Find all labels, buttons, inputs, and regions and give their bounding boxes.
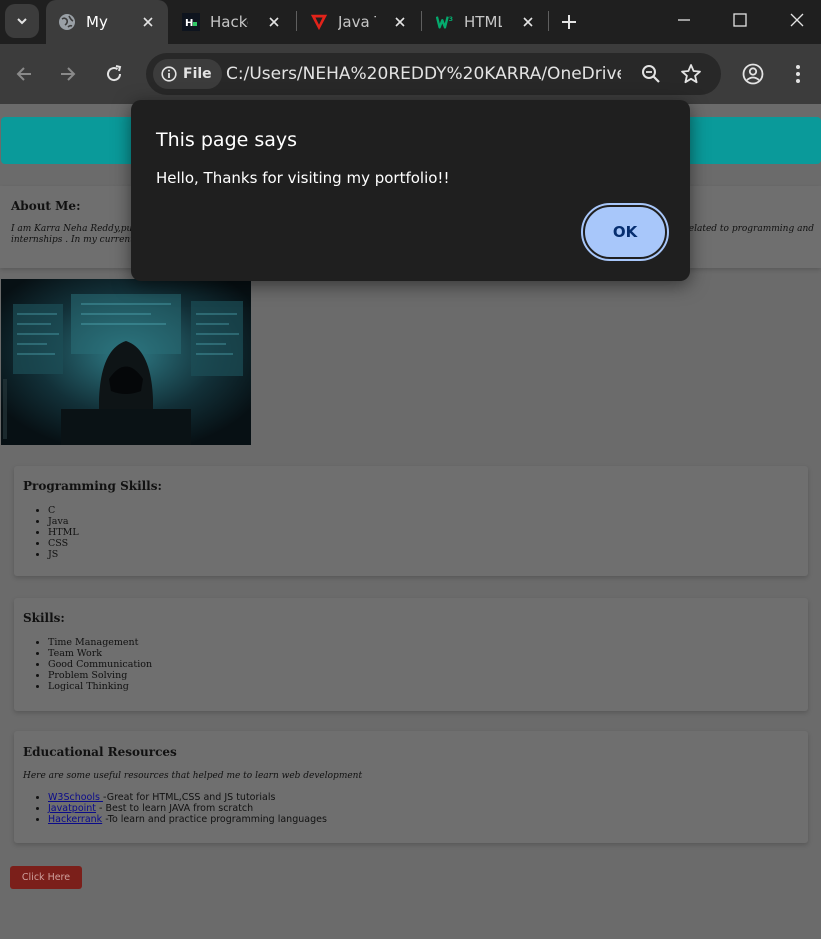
tab-java[interactable]: Java Tutorial <box>298 0 420 44</box>
tab-title: Java Tutorial <box>338 13 376 31</box>
resource-desc: -To learn and practice programming langu… <box>102 814 327 825</box>
tab-hackerrank[interactable]: H HackerRank <box>170 0 294 44</box>
resources-card: Educational Resources Here are some usef… <box>14 731 808 843</box>
hackerrank-link[interactable]: Hackerrank <box>48 814 102 825</box>
javatpoint-link[interactable]: Javatpoint <box>48 803 96 814</box>
maximize-button[interactable] <box>711 0 769 40</box>
close-icon[interactable] <box>138 12 158 32</box>
svg-text:H: H <box>185 18 193 29</box>
bookmark-button[interactable] <box>679 62 703 86</box>
dialog-message: Hello, Thanks for visiting my portfolio!… <box>156 169 450 187</box>
hacker-image <box>1 279 251 445</box>
reload-icon <box>107 65 122 82</box>
tab-portfolio[interactable]: My First <box>46 0 168 44</box>
click-here-button[interactable]: Click Here <box>10 866 82 889</box>
zoom-out-icon <box>642 65 660 83</box>
address-bar[interactable]: File C:/Users/NEHA%20REDDY%20KARRA/OneDr… <box>146 53 721 95</box>
svg-text:3: 3 <box>449 16 453 23</box>
maximize-icon <box>733 13 747 27</box>
close-window-button[interactable] <box>768 0 821 40</box>
resource-desc: - Best to learn JAVA from scratch <box>96 803 254 814</box>
dialog-title: This page says <box>156 129 298 151</box>
list-item: HTML <box>48 527 79 538</box>
list-item: Logical Thinking <box>48 681 152 692</box>
javatpoint-icon <box>310 13 328 31</box>
site-info-label: File <box>183 66 212 82</box>
skills-card: Skills: Time Management Team Work Good C… <box>14 598 808 711</box>
more-vert-icon <box>796 65 800 83</box>
list-item: W3Schools -Great for HTML,CSS and JS tut… <box>48 792 327 803</box>
resources-list: W3Schools -Great for HTML,CSS and JS tut… <box>48 792 327 825</box>
tab-title: HackerRank <box>210 13 248 31</box>
arrow-right-icon <box>61 67 76 81</box>
programming-skills-card: Programming Skills: C Java HTML CSS JS <box>14 466 808 576</box>
resources-note: Here are some useful resources that help… <box>23 771 363 781</box>
list-item: Good Communication <box>48 659 152 670</box>
list-item: JS <box>48 549 79 560</box>
programming-skills-heading: Programming Skills: <box>23 479 162 493</box>
account-icon <box>742 63 764 85</box>
ok-button[interactable]: OK <box>581 203 669 261</box>
list-item: Time Management <box>48 637 152 648</box>
profile-button[interactable] <box>737 58 769 90</box>
tab-strip: My First H HackerRank Java Tutorial 3 HT… <box>0 0 821 44</box>
site-info-chip[interactable]: File <box>153 59 222 89</box>
chevron-down-icon <box>17 18 27 25</box>
about-heading: About Me: <box>11 199 81 213</box>
skills-heading: Skills: <box>23 611 65 625</box>
close-icon[interactable] <box>264 12 284 32</box>
resources-heading: Educational Resources <box>23 745 177 759</box>
alert-dialog: This page says Hello, Thanks for visitin… <box>131 100 690 281</box>
tab-divider <box>548 11 549 31</box>
w3schools-link[interactable]: W3Schools <box>48 792 103 803</box>
star-icon <box>681 64 701 84</box>
list-item: CSS <box>48 538 79 549</box>
tab-divider <box>421 11 422 31</box>
close-icon <box>790 13 804 27</box>
w3schools-icon: 3 <box>436 13 454 31</box>
close-icon[interactable] <box>390 12 410 32</box>
skills-list: Time Management Team Work Good Communica… <box>48 637 152 692</box>
resource-desc: -Great for HTML,CSS and JS tutorials <box>102 792 276 803</box>
forward-button[interactable] <box>52 58 84 90</box>
reload-button[interactable] <box>98 58 130 90</box>
tab-divider <box>296 11 297 31</box>
plus-icon <box>562 15 576 29</box>
close-icon[interactable] <box>518 12 538 32</box>
minimize-button[interactable] <box>655 0 713 40</box>
minimize-icon <box>678 19 690 21</box>
zoom-button[interactable] <box>639 62 663 86</box>
list-item: Javatpoint - Best to learn JAVA from scr… <box>48 803 327 814</box>
list-item: Hackerrank -To learn and practice progra… <box>48 814 327 825</box>
url-text[interactable]: C:/Users/NEHA%20REDDY%20KARRA/OneDrive/.… <box>226 64 621 84</box>
programming-skills-list: C Java HTML CSS JS <box>48 505 79 560</box>
arrow-left-icon <box>16 67 31 81</box>
browser-toolbar: File C:/Users/NEHA%20REDDY%20KARRA/OneDr… <box>0 44 821 104</box>
back-button[interactable] <box>8 58 40 90</box>
list-item: Java <box>48 516 79 527</box>
about-line-1: I am Karra Neha Reddy,pursu <box>11 224 147 234</box>
tab-search-button[interactable] <box>5 4 39 38</box>
menu-button[interactable] <box>782 58 814 90</box>
hackerrank-icon: H <box>182 13 200 31</box>
list-item: Problem Solving <box>48 670 152 681</box>
tab-title: My First <box>86 13 112 31</box>
info-icon <box>161 66 177 82</box>
about-line-1-tail: s related to programming and <box>677 224 815 234</box>
list-item: C <box>48 505 79 516</box>
tab-html[interactable]: 3 HTML Tutorial <box>424 0 548 44</box>
about-line-2: internships . In my current rol <box>11 235 150 245</box>
globe-icon <box>58 13 76 31</box>
new-tab-button[interactable] <box>552 2 586 42</box>
tab-title: HTML Tutorial <box>464 13 502 31</box>
list-item: Team Work <box>48 648 152 659</box>
